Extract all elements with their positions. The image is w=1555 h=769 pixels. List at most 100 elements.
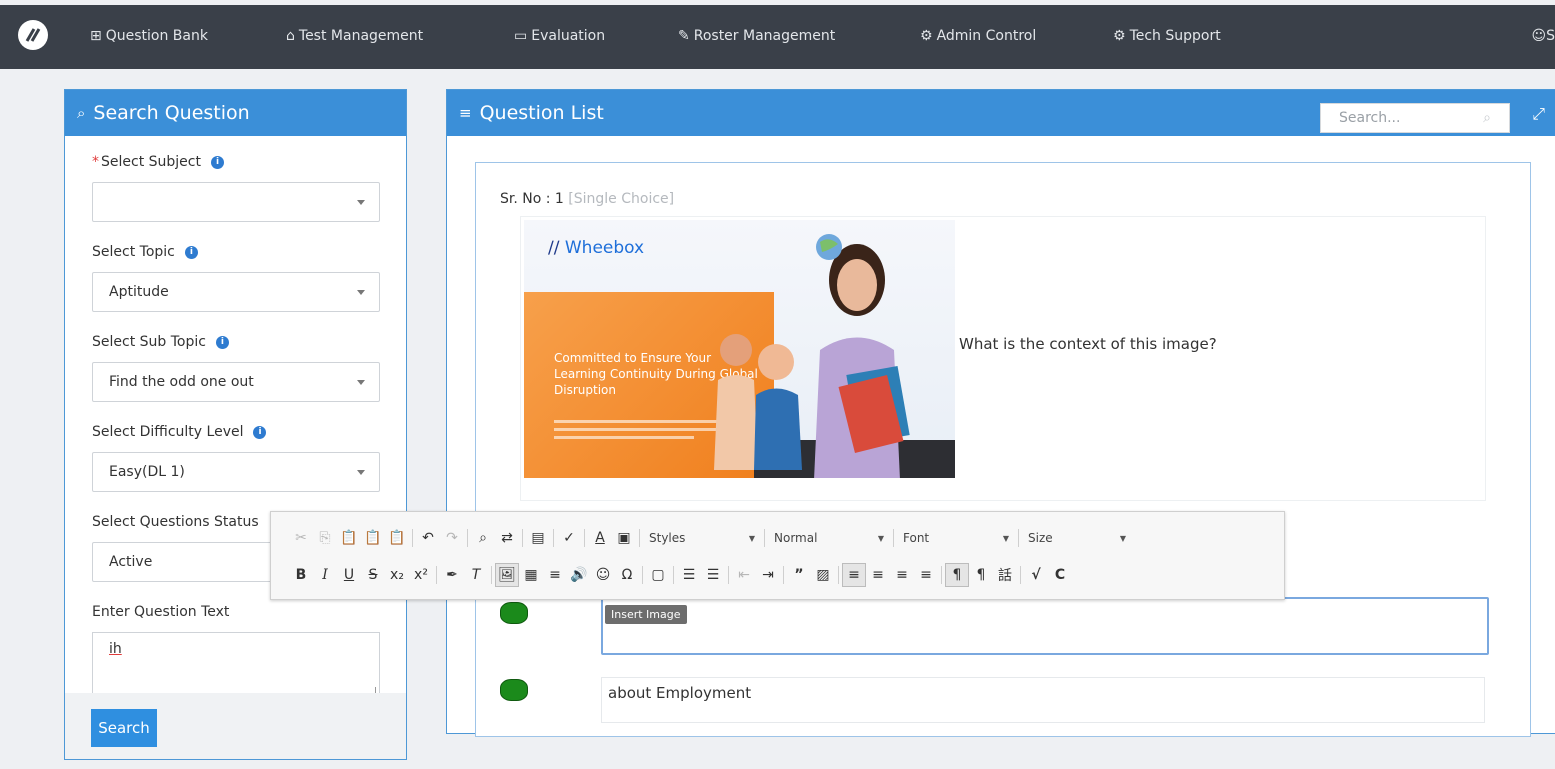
numbered-list-icon[interactable]: ☰ (677, 563, 701, 587)
subscript-icon[interactable]: x₂ (385, 563, 409, 587)
underline-icon[interactable]: U (337, 563, 361, 587)
nav-evaluation[interactable]: ▭ Evaluation (514, 28, 605, 44)
option-marker[interactable] (500, 602, 528, 624)
background-color-icon[interactable]: ▣ (612, 526, 636, 550)
justify-icon[interactable]: ≡ (914, 563, 938, 587)
wheebox-logo: ∕∕ Wheebox (548, 238, 645, 258)
maximize-icon[interactable]: ▢ (646, 563, 670, 587)
nav-admin-control[interactable]: ⚙ Admin Control (920, 28, 1036, 44)
styles-dropdown[interactable]: Styles ▼ (643, 531, 761, 545)
audio-icon[interactable]: 🔊 (567, 563, 591, 587)
size-dropdown[interactable]: Size ▼ (1022, 531, 1132, 545)
cut-icon[interactable]: ✂ (289, 526, 313, 550)
logo-slash-icon: ∕∕ (548, 238, 560, 258)
insert-image-icon[interactable]: 🖼 (495, 563, 519, 587)
redo-icon[interactable]: ↷ (440, 526, 464, 550)
question-list-title: Question List (479, 102, 604, 124)
nav-question-bank[interactable]: ⊞ Question Bank (90, 28, 208, 44)
undo-icon[interactable]: ↶ (416, 526, 440, 550)
chevron-down-icon (357, 199, 365, 205)
outdent-icon[interactable]: ⇤ (732, 563, 756, 587)
info-icon[interactable]: i (215, 335, 229, 349)
format-dropdown[interactable]: Normal ▼ (768, 531, 890, 545)
replace-icon[interactable]: ⇄ (495, 526, 519, 550)
sub-topic-select[interactable]: Find the odd one out (92, 362, 380, 402)
laptop-icon: ▭ (514, 28, 528, 44)
search-question-panel: ⌕ Search Question * Select Subject i Sel… (64, 89, 407, 760)
special-char-icon[interactable]: Ω (615, 563, 639, 587)
top-navbar: ⊞ Question Bank ⌂ Test Management ▭ Evaluat… (0, 5, 1555, 69)
chemistry-icon[interactable]: C (1048, 563, 1072, 587)
sub-topic-label: Select Sub Topic i (92, 330, 379, 354)
globe-illustration (816, 234, 842, 260)
nav-tech-support[interactable]: ⚙ Tech Support (1113, 28, 1221, 44)
indent-icon[interactable]: ⇥ (756, 563, 780, 587)
logo-icon (25, 28, 41, 42)
find-icon[interactable]: ⌕ (471, 526, 495, 550)
required-mark: * (92, 154, 99, 170)
align-right-icon[interactable]: ≡ (890, 563, 914, 587)
option-field[interactable]: about Employment (601, 677, 1485, 723)
chevron-down-icon (357, 289, 365, 295)
div-container-icon[interactable]: ▨ (811, 563, 835, 587)
info-icon[interactable]: i (210, 155, 224, 169)
app-logo[interactable] (18, 20, 48, 50)
user-icon: ☺ (1531, 28, 1547, 44)
spellcheck-icon[interactable]: ✓ (557, 526, 581, 550)
text-color-icon[interactable]: A (588, 526, 612, 550)
blockquote-icon[interactable]: ” (787, 563, 811, 587)
question-text-input[interactable]: ih (92, 632, 380, 698)
question-text-label: Enter Question Text (92, 604, 230, 620)
bulleted-list-icon[interactable]: ☰ (701, 563, 725, 587)
chevron-down-icon: ▼ (877, 533, 884, 543)
search-icon: ⌕ (1483, 110, 1491, 126)
search-button[interactable]: Search (91, 709, 157, 747)
difficulty-select[interactable]: Easy(DL 1) (92, 452, 380, 492)
superscript-icon[interactable]: x² (409, 563, 433, 587)
copy-icon[interactable]: ⎘ (313, 526, 337, 550)
font-dropdown[interactable]: Font ▼ (897, 531, 1015, 545)
user-menu[interactable]: ☺S (1532, 28, 1555, 44)
option-editor-input[interactable] (601, 597, 1489, 655)
question-list-search-input[interactable]: Search... ⌕ (1320, 103, 1510, 133)
paste-icon[interactable]: 📋 (337, 526, 361, 550)
subject-select[interactable] (92, 182, 380, 222)
paste-word-icon[interactable]: 📋 (385, 526, 409, 550)
nav-test-management[interactable]: ⌂ Test Management (286, 28, 423, 44)
rich-text-toolbar: ✂ ⎘ 📋 📋 📋 ↶ ↷ ⌕ ⇄ ▤ ✓ A ▣ Styles ▼ Norma… (270, 511, 1285, 624)
toolbar-row-2: B I U S x₂ x² ✒ T 🖼 ▦ ≡ 🔊 ☺ Ω ▢ ☰ ☰ ⇤ ⇥ … (289, 561, 1072, 589)
ltr-icon[interactable]: ¶ (945, 563, 969, 587)
search-icon: ⌕ (77, 104, 86, 122)
info-icon[interactable]: i (253, 425, 267, 439)
math-formula-icon[interactable]: √ (1024, 563, 1048, 587)
grid-icon: ⊞ (90, 28, 102, 44)
align-left-icon[interactable]: ≡ (842, 563, 866, 587)
nav-roster-management[interactable]: ✎ Roster Management (678, 28, 835, 44)
horizontal-line-icon[interactable]: ≡ (543, 563, 567, 587)
question-text: What is the context of this image? (959, 335, 1217, 353)
strikethrough-icon[interactable]: S (361, 563, 385, 587)
smiley-icon[interactable]: ☺ (591, 563, 615, 587)
question-serial: Sr. No : 1 [Single Choice] (500, 191, 675, 207)
italic-icon[interactable]: I (313, 563, 337, 587)
rtl-icon[interactable]: ¶ (969, 563, 993, 587)
question-content: ∕∕ Wheebox Committed to Ensure Your Lear… (520, 216, 1486, 501)
person-illustration (814, 244, 910, 478)
expand-icon[interactable]: ⤢ (1532, 104, 1545, 124)
remove-format-icon[interactable]: T (464, 563, 488, 587)
align-center-icon[interactable]: ≡ (866, 563, 890, 587)
table-icon[interactable]: ▦ (519, 563, 543, 587)
bold-icon[interactable]: B (289, 563, 313, 587)
select-all-icon[interactable]: ▤ (526, 526, 550, 550)
pencil-icon: ✎ (678, 28, 690, 44)
search-panel-footer: Search (65, 693, 406, 759)
insert-image-tooltip: Insert Image (605, 605, 687, 624)
paste-text-icon[interactable]: 📋 (361, 526, 385, 550)
option-marker[interactable] (500, 679, 528, 701)
copy-format-icon[interactable]: ✒ (440, 563, 464, 587)
topic-label: Select Topic i (92, 240, 379, 264)
subject-label: * Select Subject i (92, 150, 379, 174)
topic-select[interactable]: Aptitude (92, 272, 380, 312)
info-icon[interactable]: i (184, 245, 198, 259)
language-icon[interactable]: 話 (993, 563, 1017, 587)
